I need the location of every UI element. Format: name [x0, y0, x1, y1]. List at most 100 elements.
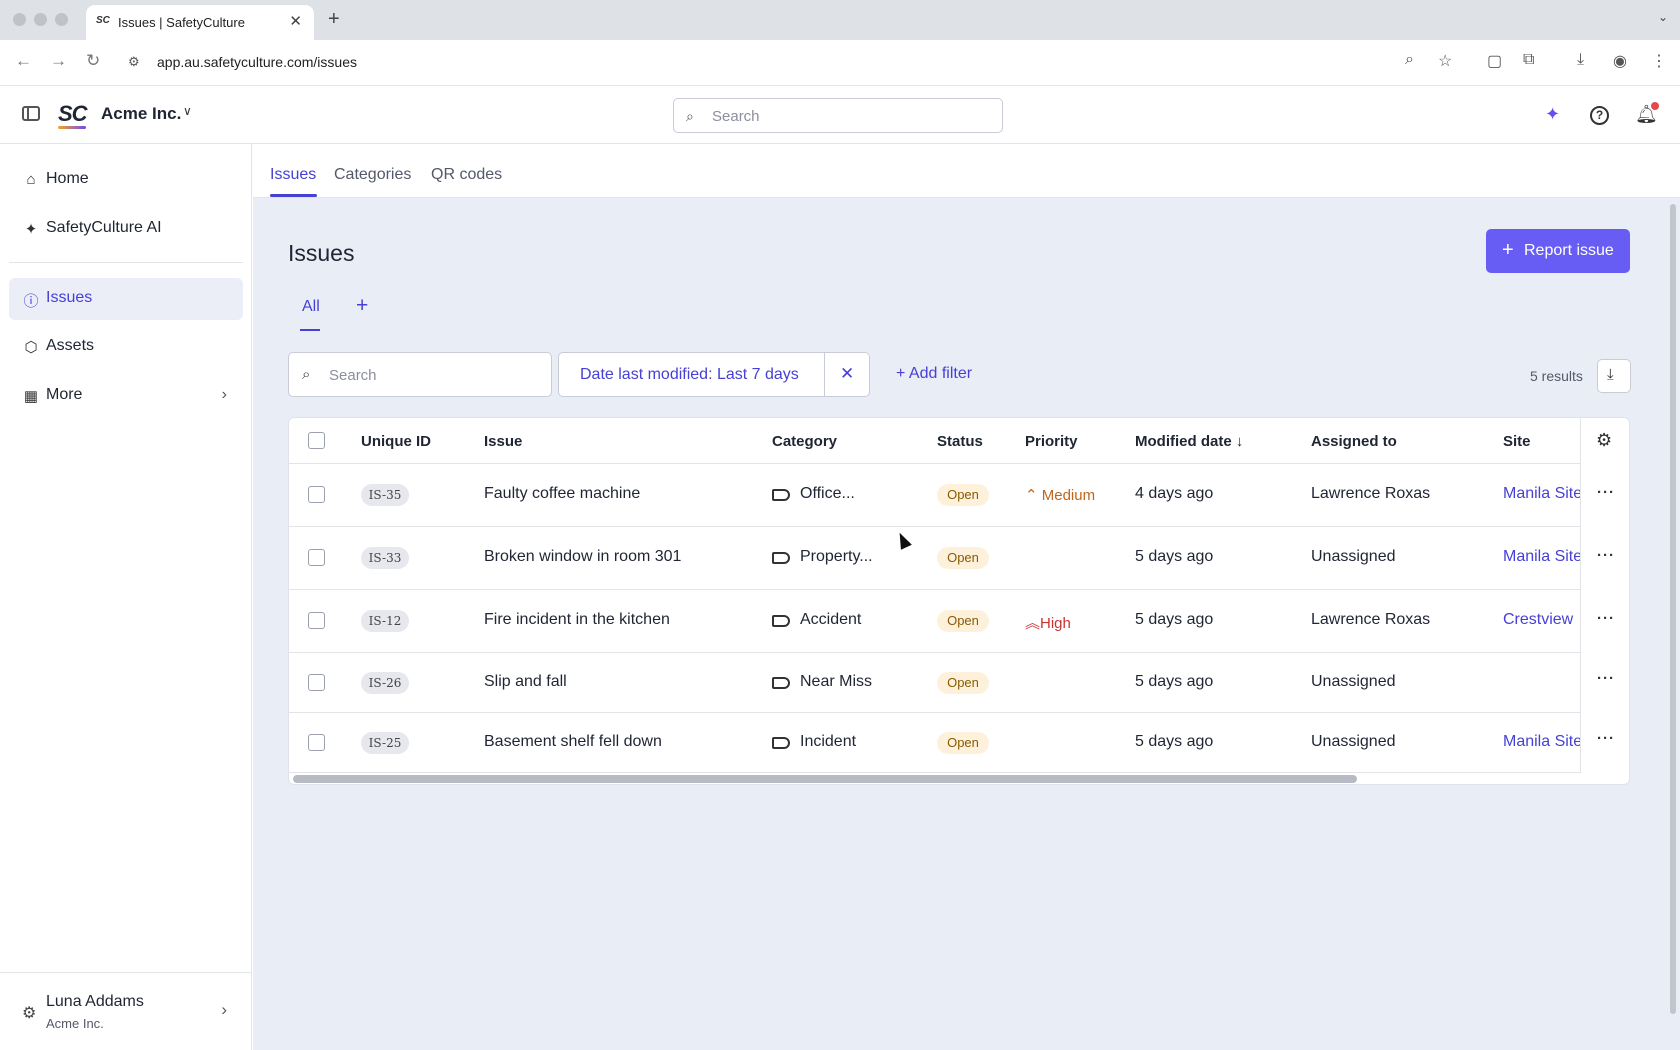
- back-icon[interactable]: ←: [15, 51, 32, 71]
- sidebar-item-home[interactable]: ⌂ Home: [9, 159, 243, 201]
- star-icon[interactable]: ☆: [1438, 51, 1452, 71]
- clear-filter-button[interactable]: ✕: [825, 352, 870, 397]
- settings-icon: ⚙: [22, 1005, 37, 1022]
- sidebar-item-safetyculture-ai[interactable]: ✦ SafetyCulture AI: [9, 208, 243, 250]
- sidebar-toggle-icon[interactable]: [22, 106, 40, 121]
- row-more-icon[interactable]: ···: [1597, 610, 1615, 627]
- active-view-indicator: [300, 329, 320, 331]
- issues-search-input[interactable]: [329, 365, 539, 385]
- add-filter-button[interactable]: + Add filter: [896, 365, 972, 383]
- row-more-icon[interactable]: ···: [1597, 547, 1615, 564]
- tab-qr-codes[interactable]: QR codes: [431, 166, 502, 184]
- assigned-to: Unassigned: [1311, 548, 1396, 565]
- forward-icon[interactable]: →: [50, 51, 67, 71]
- table-row[interactable]: IS-35 Faulty coffee machine Office... Op…: [289, 464, 1629, 527]
- table-row[interactable]: IS-26 Slip and fall Near Miss Open 5 day…: [289, 653, 1629, 713]
- issue-title[interactable]: Slip and fall: [484, 673, 567, 691]
- window-minimize-button[interactable]: [34, 13, 47, 26]
- plus-icon: +: [1502, 239, 1514, 261]
- unique-id-badge: IS-35: [361, 484, 409, 506]
- column-header-unique-id[interactable]: Unique ID: [361, 433, 431, 450]
- column-header-category[interactable]: Category: [772, 433, 837, 450]
- window-close-button[interactable]: [13, 13, 26, 26]
- row-more-icon[interactable]: ···: [1597, 730, 1615, 747]
- close-tab-icon[interactable]: ✕: [289, 12, 302, 30]
- gear-icon[interactable]: ⚙: [1596, 430, 1612, 451]
- issue-title[interactable]: Broken window in room 301: [484, 548, 681, 566]
- address-bar[interactable]: app.au.safetyculture.com/issues: [157, 54, 357, 70]
- tab-issues[interactable]: Issues: [270, 166, 316, 184]
- home-icon: ⌂: [26, 171, 36, 188]
- column-header-status[interactable]: Status: [937, 433, 983, 450]
- site-info-icon[interactable]: ⚙: [128, 54, 140, 70]
- sidebar-item-issues[interactable]: ⓘ Issues: [9, 278, 243, 320]
- extensions-icon[interactable]: ⧉: [1523, 51, 1534, 69]
- column-header-modified-date[interactable]: Modified date ↓: [1135, 433, 1243, 450]
- priority-label: Medium: [1041, 487, 1096, 504]
- site-link[interactable]: Manila Site: [1503, 733, 1582, 751]
- vertical-scrollbar[interactable]: [1670, 204, 1676, 1014]
- user-name: Luna Addams: [46, 993, 144, 1010]
- sidebar: ⌂ Home ✦ SafetyCulture AI ⓘ Issues ⬡ Ass…: [0, 144, 252, 1050]
- horizontal-scrollbar[interactable]: [293, 775, 1357, 783]
- help-icon[interactable]: ?: [1590, 106, 1609, 125]
- sidebar-item-more[interactable]: ▦ More ›: [9, 375, 243, 417]
- site-link[interactable]: Crestview: [1503, 611, 1573, 629]
- row-checkbox[interactable]: [308, 674, 325, 691]
- row-checkbox[interactable]: [308, 549, 325, 566]
- site-link[interactable]: Manila Site: [1503, 548, 1582, 566]
- status-badge: Open: [937, 732, 989, 754]
- status-badge: Open: [937, 484, 989, 506]
- column-header-priority[interactable]: Priority: [1025, 433, 1078, 450]
- tab-list-chevron-icon[interactable]: ⌄: [1658, 10, 1668, 24]
- window-zoom-button[interactable]: [55, 13, 68, 26]
- global-search[interactable]: ⌕: [673, 98, 1003, 133]
- chevron-down-icon[interactable]: ∨: [183, 104, 192, 118]
- report-issue-button[interactable]: + Report issue: [1486, 229, 1630, 273]
- menu-icon[interactable]: ⋮: [1651, 51, 1667, 71]
- row-checkbox[interactable]: [308, 486, 325, 503]
- sidebar-item-assets[interactable]: ⬡ Assets: [9, 326, 243, 368]
- column-header-issue[interactable]: Issue: [484, 433, 522, 450]
- logo[interactable]: SC: [58, 101, 88, 127]
- row-more-icon[interactable]: ···: [1597, 484, 1615, 501]
- chevron-right-icon: ›: [221, 386, 227, 403]
- site-link[interactable]: Manila Site: [1503, 485, 1582, 503]
- ai-sparkle-icon[interactable]: ✦: [1545, 104, 1560, 125]
- issue-title[interactable]: Fire incident in the kitchen: [484, 611, 670, 629]
- table-row[interactable]: IS-25 Basement shelf fell down Incident …: [289, 713, 1629, 773]
- status-badge: Open: [937, 672, 989, 694]
- column-header-site[interactable]: Site: [1503, 433, 1531, 450]
- row-more-icon[interactable]: ···: [1597, 670, 1615, 687]
- status-badge: Open: [937, 610, 989, 632]
- add-view-icon[interactable]: +: [356, 294, 368, 318]
- active-tab-indicator: [270, 194, 317, 197]
- table-row[interactable]: IS-12 Fire incident in the kitchen Accid…: [289, 590, 1629, 653]
- view-tab-all[interactable]: All: [302, 298, 320, 316]
- row-checkbox[interactable]: [308, 612, 325, 629]
- modified-date: 4 days ago: [1135, 485, 1214, 502]
- select-all-checkbox[interactable]: [308, 432, 325, 449]
- browser-tab[interactable]: SC Issues | SafetyCulture ✕: [86, 5, 314, 40]
- issue-title[interactable]: Basement shelf fell down: [484, 733, 662, 751]
- download-button[interactable]: ⤓: [1597, 359, 1631, 393]
- column-header-assigned-to[interactable]: Assigned to: [1311, 433, 1397, 450]
- profile-icon[interactable]: ◉: [1613, 51, 1627, 71]
- sort-descending-icon: ↓: [1235, 433, 1244, 450]
- table-row[interactable]: IS-33 Broken window in room 301 Property…: [289, 527, 1629, 590]
- org-switcher[interactable]: Acme Inc.: [101, 104, 181, 124]
- issue-title[interactable]: Faulty coffee machine: [484, 485, 640, 503]
- tab-categories[interactable]: Categories: [334, 166, 411, 184]
- issues-search[interactable]: ⌕: [288, 352, 552, 397]
- new-tab-icon[interactable]: +: [328, 8, 340, 31]
- cast-icon[interactable]: ▢: [1487, 51, 1502, 71]
- row-checkbox[interactable]: [308, 734, 325, 751]
- download-icon[interactable]: ⤓: [1577, 51, 1584, 69]
- reload-icon[interactable]: ↻: [86, 51, 100, 71]
- tag-icon: [772, 737, 790, 749]
- filter-chip-date[interactable]: Date last modified: Last 7 days: [558, 352, 825, 397]
- row-actions-column: ⚙ ··· ··· ··· ··· ···: [1580, 418, 1629, 773]
- global-search-input[interactable]: [712, 105, 992, 127]
- user-menu[interactable]: ⚙ Luna Addams Acme Inc. ›: [0, 972, 251, 1050]
- zoom-icon[interactable]: ⌕: [1405, 51, 1414, 69]
